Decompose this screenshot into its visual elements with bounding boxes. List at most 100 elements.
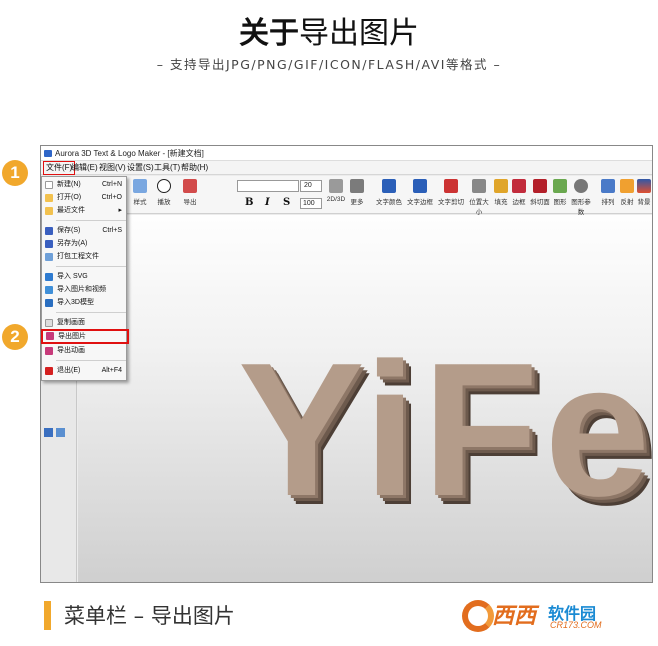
canvas[interactable]: YiFei <box>78 215 652 582</box>
text-color-button[interactable]: 文字颜色 <box>375 179 403 211</box>
tool-icon[interactable] <box>44 428 53 437</box>
submenu-arrow-icon: ▸ <box>118 207 122 214</box>
shape-button[interactable]: 图形 <box>552 179 568 211</box>
text-color-icon <box>382 179 396 193</box>
caption-accent-bar <box>44 601 51 630</box>
title-rest: 导出图片 <box>299 16 419 51</box>
save-as-icon <box>45 240 53 248</box>
menu-item-label: 打开(O) <box>57 194 82 201</box>
menu-view[interactable]: 视图(V) <box>97 161 128 175</box>
menu-item-open[interactable]: 打开(O) Ctrl+O <box>42 192 128 204</box>
menu-item-label: 导入 SVG <box>57 273 88 280</box>
arrange-label: 排列 <box>601 199 615 206</box>
menu-item-save[interactable]: 保存(S) Ctrl+S <box>42 225 128 237</box>
shortcut-label: Alt+F4 <box>101 367 122 374</box>
step-marker-2: 2 <box>2 324 28 350</box>
fill-label: 填充 <box>494 199 508 206</box>
import-svg-icon <box>45 273 53 281</box>
background-label: 背景 <box>637 199 651 206</box>
more-button[interactable]: 更多 <box>348 179 366 211</box>
position-size-button[interactable]: 位置大小 <box>467 179 491 216</box>
bevel-button[interactable]: 斜切面 <box>529 179 551 211</box>
page-title: 关于导出图片 <box>0 8 658 52</box>
text-border-button[interactable]: 文字边框 <box>406 179 434 211</box>
menu-separator <box>56 360 126 361</box>
menu-item-export-animation[interactable]: 导出动画 <box>42 345 128 357</box>
window-titlebar: Aurora 3D Text & Logo Maker - [新建文档] <box>41 146 652 161</box>
menu-edit[interactable]: 编辑(E) <box>69 161 100 175</box>
border-label: 边框 <box>512 199 526 206</box>
style-button[interactable]: 样式 <box>129 179 151 211</box>
import-image-icon <box>45 286 53 294</box>
background-button[interactable]: 背景 <box>636 179 652 211</box>
menu-item-label: 复制画面 <box>57 319 85 326</box>
menu-item-label: 新建(N) <box>57 181 81 188</box>
copy-icon <box>45 319 53 327</box>
text-a-icon <box>329 179 343 193</box>
caption: 菜单栏 – 导出图片 <box>64 604 235 628</box>
border-button[interactable]: 边框 <box>511 179 527 211</box>
text-clip-button[interactable]: 文字剪切 <box>437 179 465 211</box>
menu-item-import-svg[interactable]: 导入 SVG <box>42 271 128 283</box>
italic-button[interactable]: I <box>265 197 270 208</box>
menu-item-save-as[interactable]: 另存为(A) <box>42 238 128 250</box>
menu-item-import-media[interactable]: 导入图片和视频 <box>42 284 128 296</box>
bold-button[interactable]: B <box>245 197 253 208</box>
menu-item-export-image[interactable]: 导出图片 <box>41 329 129 344</box>
export-icon <box>183 179 197 193</box>
font-select[interactable] <box>237 180 299 192</box>
arrange-icon <box>601 179 615 193</box>
more-label: 更多 <box>350 199 364 206</box>
border-icon <box>512 179 526 193</box>
shape-params-label: 图形参数 <box>571 199 591 216</box>
2d3d-label: 2D/3D <box>326 196 346 203</box>
text-clip-icon <box>444 179 458 193</box>
shape-params-icon <box>574 179 588 193</box>
tool-icon[interactable] <box>56 428 65 437</box>
menu-item-exit[interactable]: 退出(E) Alt+F4 <box>42 365 128 377</box>
menu-item-pack-project[interactable]: 打包工程文件 <box>42 251 128 263</box>
play-button[interactable]: 播放 <box>153 179 175 211</box>
watermark-url: CR173.COM <box>550 620 602 630</box>
arrange-button[interactable]: 排列 <box>599 179 617 211</box>
recent-folder-icon <box>45 207 53 215</box>
position-icon <box>472 179 486 193</box>
app-icon <box>44 150 52 157</box>
style-icon <box>133 179 147 193</box>
size-input[interactable]: 100 <box>300 198 322 209</box>
shape-icon <box>553 179 567 193</box>
bevel-icon <box>533 179 547 193</box>
package-icon <box>45 253 53 261</box>
font-size-select[interactable]: 20 <box>300 180 322 192</box>
position-size-label: 位置大小 <box>469 199 489 216</box>
menu-item-label: 导出图片 <box>58 333 86 340</box>
step-marker-1: 1 <box>2 160 28 186</box>
text-border-label: 文字边框 <box>407 199 433 206</box>
menu-separator <box>56 312 126 313</box>
menu-item-label: 另存为(A) <box>57 240 88 247</box>
2d3d-button[interactable]: 2D/3D <box>325 179 347 211</box>
menu-help[interactable]: 帮助(H) <box>179 161 210 175</box>
menu-item-new[interactable]: 新建(N) Ctrl+N <box>42 179 128 191</box>
menu-separator <box>56 266 126 267</box>
background-icon <box>637 179 651 193</box>
menu-item-label: 导出动画 <box>57 347 85 354</box>
menu-tools[interactable]: 工具(T) <box>152 161 182 175</box>
export-button[interactable]: 导出 <box>177 179 203 211</box>
file-menu-dropdown: 新建(N) Ctrl+N 打开(O) Ctrl+O 最近文件 ▸ 保存(S) Ctrl+… <box>41 176 129 381</box>
strike-button[interactable]: S <box>283 197 290 208</box>
menu-item-label: 保存(S) <box>57 227 81 234</box>
export-image-icon <box>46 332 54 340</box>
fill-button[interactable]: 填充 <box>493 179 509 211</box>
title-bold: 关于 <box>239 16 299 51</box>
menu-item-recent[interactable]: 最近文件 ▸ <box>42 205 128 217</box>
bevel-label: 斜切面 <box>530 199 550 206</box>
logo-ring-icon <box>462 600 494 632</box>
menu-item-label: 退出(E) <box>57 367 81 374</box>
reflect-button[interactable]: 反射 <box>619 179 635 211</box>
menubar: 文件(F) 编辑(E) 视图(V) 设置(S) 工具(T) 帮助(H) <box>41 161 652 175</box>
shape-params-button[interactable]: 图形参数 <box>570 179 592 216</box>
menu-item-copy-canvas[interactable]: 复制画面 <box>42 317 128 329</box>
shortcut-label: Ctrl+N <box>101 181 122 188</box>
menu-item-import-3d[interactable]: 导入3D模型 <box>42 297 128 309</box>
